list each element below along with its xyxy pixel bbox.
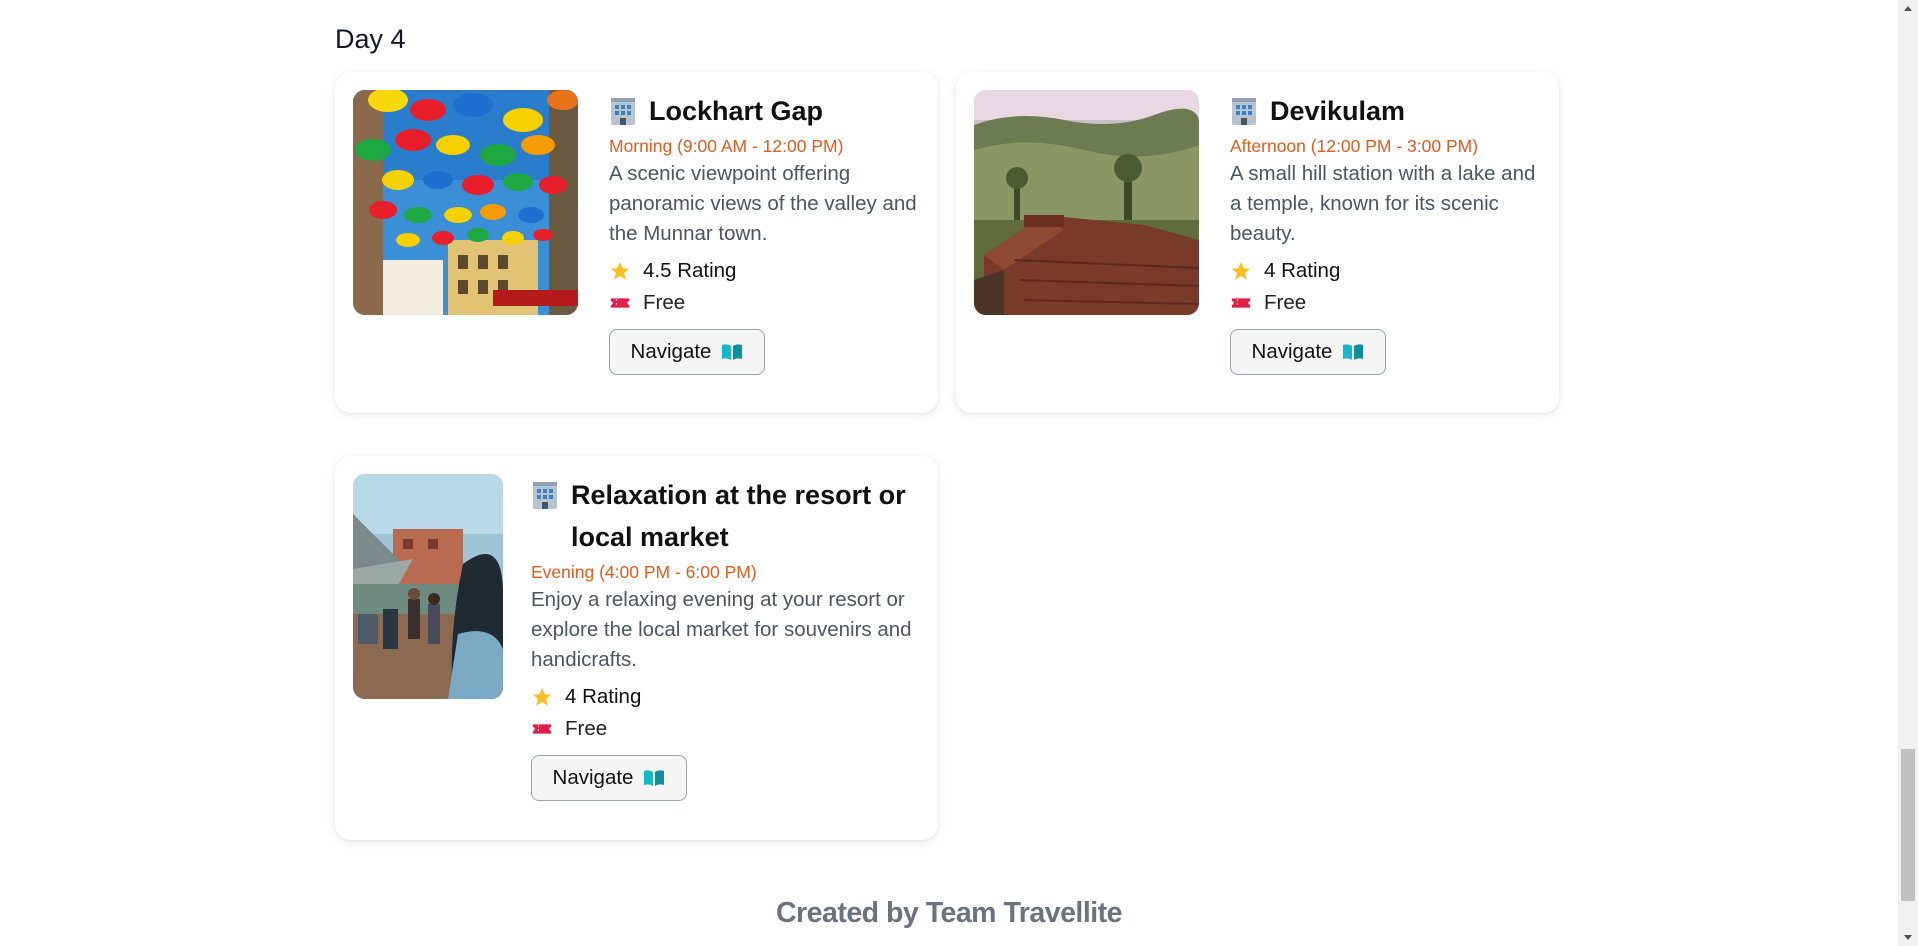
place-name: Relaxation at the resort or local market [571,480,906,552]
map-book-icon [644,770,665,786]
ticket-icon [1231,298,1251,308]
rating-row: 4.5 Rating [609,259,921,283]
rating-value: 4 Rating [1264,259,1341,282]
star-icon [532,687,552,706]
star-icon [610,261,630,280]
star-icon [1231,261,1251,280]
place-card: Devikulam Afternoon (12:00 PM - 3:00 PM)… [956,72,1559,413]
day-title: Day 4 [335,24,406,54]
place-image [353,474,503,699]
navigate-button[interactable]: Navigate [1230,329,1386,375]
entry-fee: Free [643,291,686,314]
rating-value: 4.5 Rating [643,259,737,282]
vertical-scrollbar[interactable] [1898,0,1918,946]
place-name: Devikulam [1270,96,1406,126]
place-image [353,90,578,315]
scroll-down-arrow-icon[interactable] [1898,928,1918,946]
building-icon [1232,98,1256,125]
place-card: Lockhart Gap Morning (9:00 AM - 12:00 PM… [335,72,938,413]
place-card: Relaxation at the resort or local market… [335,456,938,840]
building-icon [533,482,557,509]
rating-row: 4 Rating [1230,259,1542,283]
place-description: A small hill station with a lake and a t… [1230,162,1536,245]
rating-value: 4 Rating [565,685,642,708]
place-description: A scenic viewpoint offering panoramic vi… [609,162,917,245]
scrollbar-thumb[interactable] [1901,749,1915,901]
ticket-icon [610,298,630,308]
visit-time: Morning (9:00 AM - 12:00 PM) [609,136,844,156]
place-content: Lockhart Gap Morning (9:00 AM - 12:00 PM… [609,90,921,375]
fee-row: Free [609,291,921,315]
place-name: Lockhart Gap [649,96,824,126]
navigate-button[interactable]: Navigate [531,755,687,801]
scroll-up-arrow-icon[interactable] [1898,0,1918,18]
visit-time: Afternoon (12:00 PM - 3:00 PM) [1230,136,1479,156]
fee-row: Free [531,717,923,741]
footer-credit: Created by Team Travellite [775,897,1123,929]
entry-fee: Free [1264,291,1307,314]
map-book-icon [1343,344,1364,360]
fee-row: Free [1230,291,1542,315]
entry-fee: Free [565,717,608,740]
map-book-icon [722,344,743,360]
place-content: Devikulam Afternoon (12:00 PM - 3:00 PM)… [1230,90,1542,375]
place-description: Enjoy a relaxing evening at your resort … [531,588,912,671]
place-image [974,90,1199,315]
navigate-button[interactable]: Navigate [609,329,765,375]
place-content: Relaxation at the resort or local market… [531,474,923,801]
building-icon [611,98,635,125]
visit-time: Evening (4:00 PM - 6:00 PM) [531,562,757,582]
itinerary-page: Day 4 Lockhart Gap Morning (9:00 AM - 12… [0,0,1898,946]
rating-row: 4 Rating [531,685,923,709]
ticket-icon [532,724,552,734]
